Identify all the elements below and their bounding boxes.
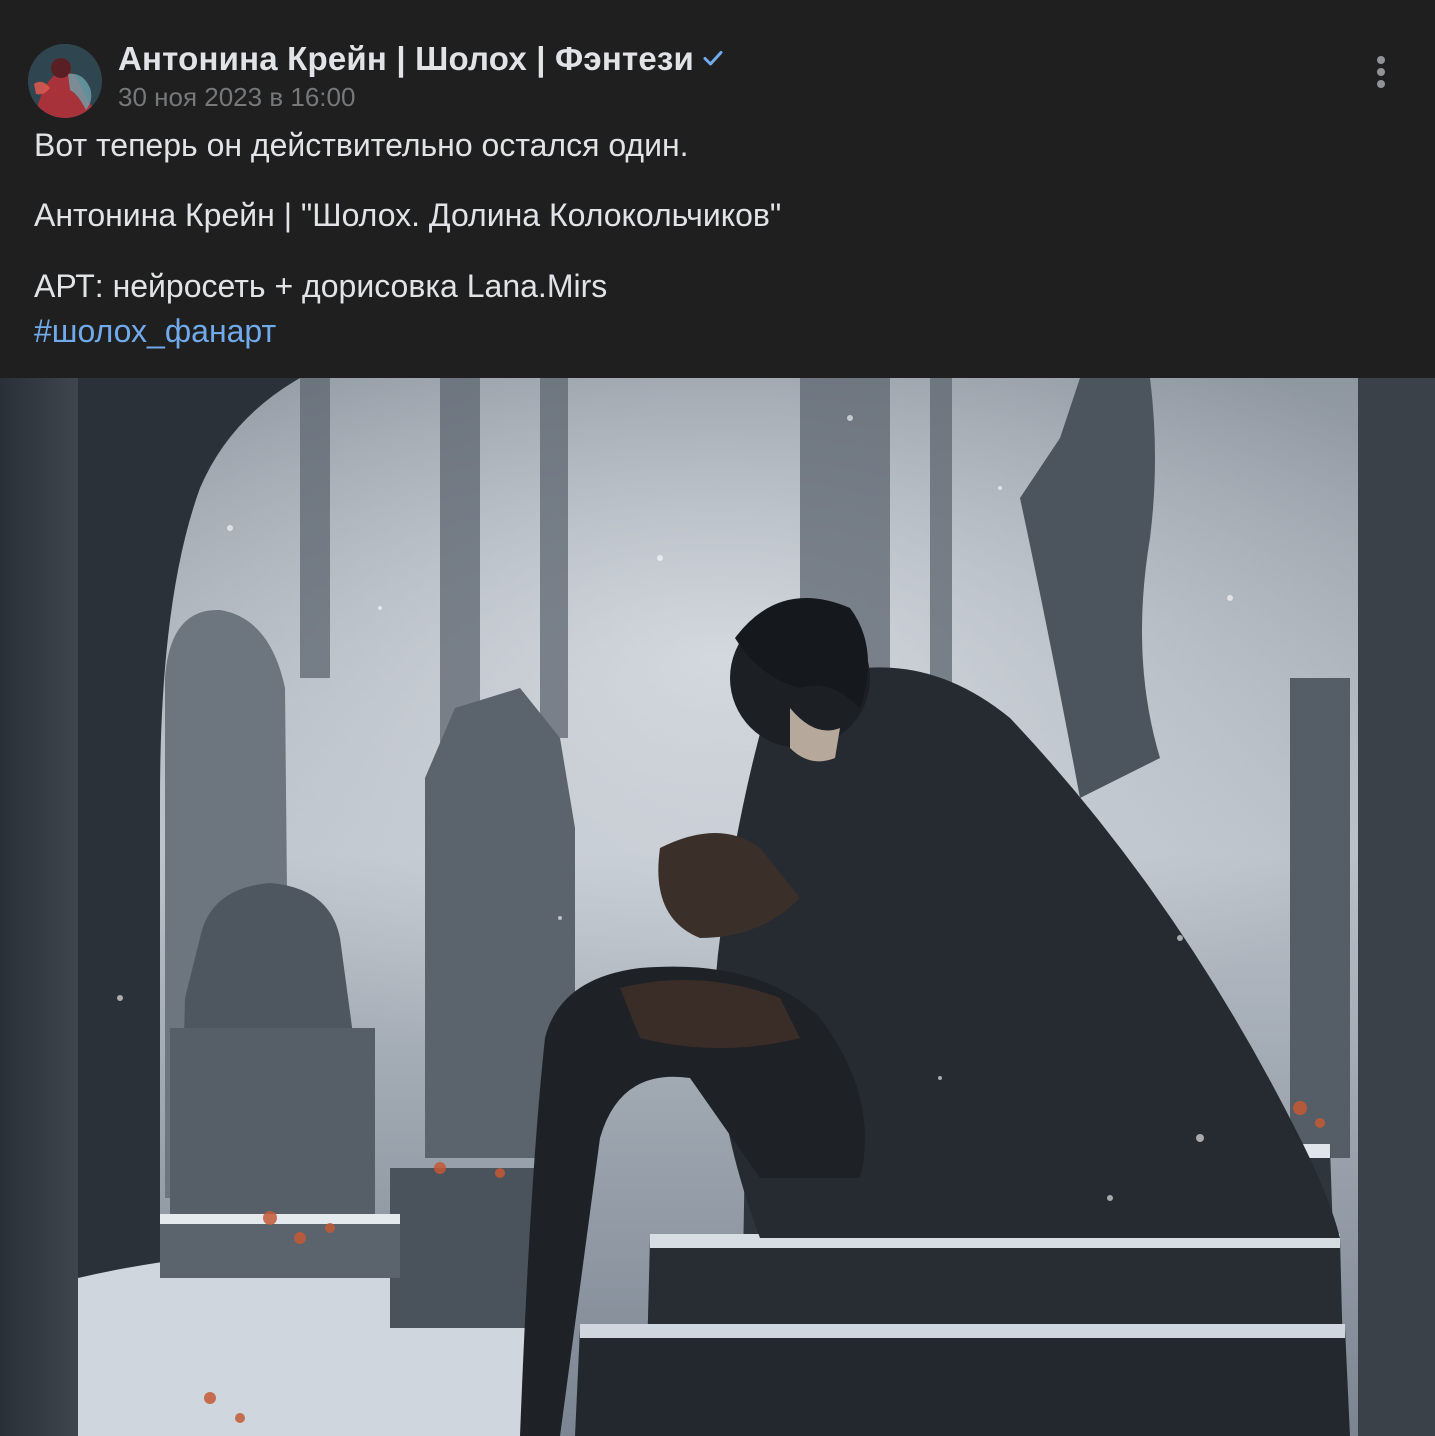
post-header: Антонина Крейн | Шолох | Фэнтези 30 ноя … [0, 0, 1435, 378]
author-name[interactable]: Антонина Крейн | Шолох | Фэнтези [118, 40, 724, 78]
verified-check-icon [703, 51, 723, 66]
author-avatar[interactable] [28, 44, 102, 118]
post-image[interactable] [0, 378, 1435, 1436]
avatar-art [28, 44, 102, 118]
hashtag-link[interactable]: #шолох_фанарт [34, 313, 276, 350]
post-text-line-2: Антонина Крейн | "Шолох. Долина Колоколь… [34, 197, 782, 233]
post-date[interactable]: 30 ноя 2023 в 16:00 [118, 82, 355, 113]
author-name-text[interactable]: Антонина Крейн | Шолох | Фэнтези [118, 40, 694, 77]
cemetery-artwork [0, 378, 1435, 1436]
post-text-line-1: Вот теперь он действительно остался один… [34, 127, 689, 163]
more-vertical-icon[interactable] [1366, 52, 1396, 92]
post-text-line-3: АРТ: нейросеть + дорисовка Lana.Mirs [34, 268, 608, 304]
